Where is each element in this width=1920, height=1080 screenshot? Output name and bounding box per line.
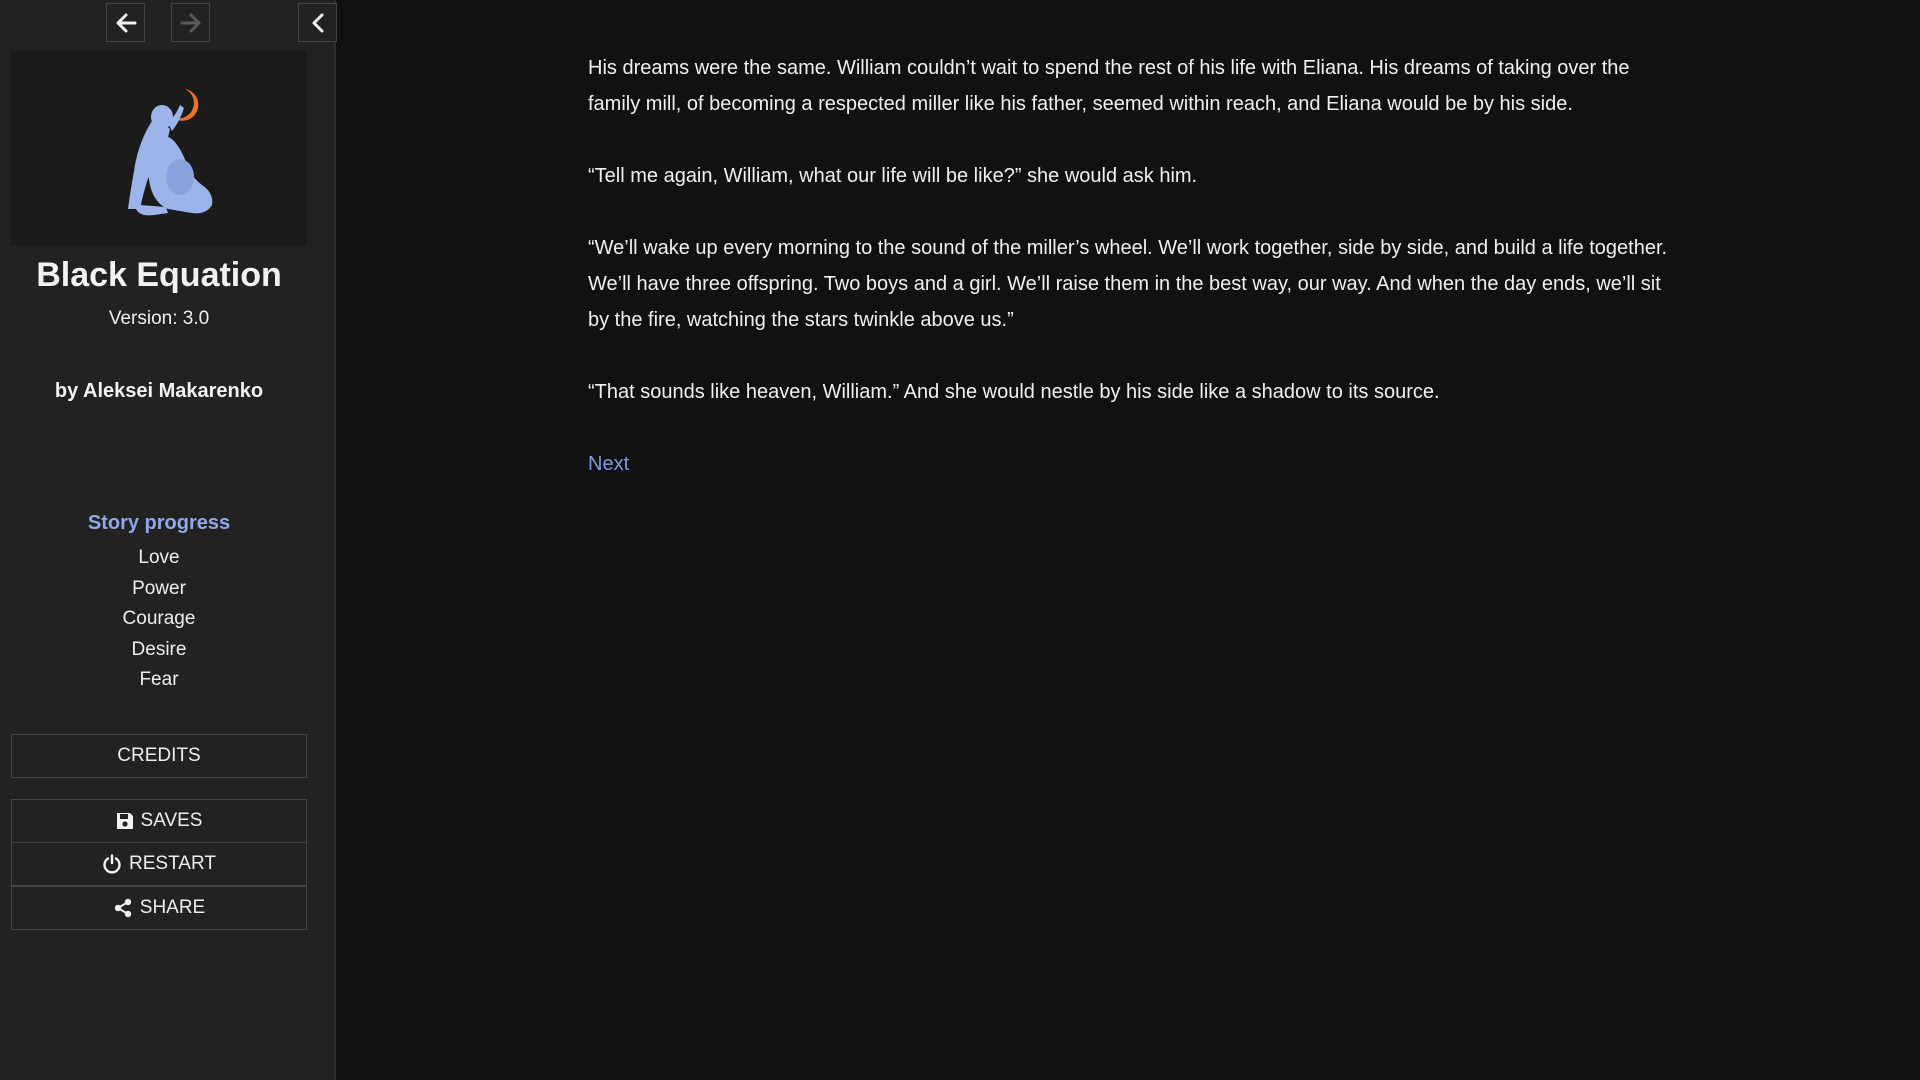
progress-item-fear: Fear — [139, 669, 179, 691]
progress-item-power: Power — [132, 577, 186, 599]
arrow-left-icon — [115, 13, 137, 33]
credits-label: CREDITS — [117, 745, 201, 766]
saves-button[interactable]: SAVES — [11, 799, 307, 843]
author-text: by Aleksei Makarenko — [54, 380, 264, 402]
collapse-sidebar-button[interactable] — [298, 3, 337, 42]
story-title: Black Equation — [36, 256, 282, 294]
progress-item-desire: Desire — [131, 638, 187, 660]
sidebar: Black Equation Version: 3.0 by Aleksei M… — [0, 0, 337, 1080]
passage: His dreams were the same. William couldn… — [588, 50, 1668, 482]
passage-paragraph: His dreams were the same. William couldn… — [588, 57, 1630, 115]
credits-button[interactable]: CREDITS — [11, 734, 307, 778]
passage-paragraph: “Tell me again, William, what our life w… — [588, 165, 1198, 187]
floppy-disk-icon — [116, 812, 134, 830]
share-icon — [113, 898, 133, 918]
next-link[interactable]: Next — [588, 453, 629, 475]
saves-label: SAVES — [140, 810, 203, 831]
passage-paragraph: “That sounds like heaven, William.” And … — [588, 381, 1440, 403]
back-button[interactable] — [106, 3, 145, 42]
power-icon — [102, 854, 122, 874]
cover-image — [11, 51, 307, 246]
restart-button[interactable]: RESTART — [11, 842, 307, 886]
progress-item-love: Love — [138, 547, 180, 568]
story-progress-heading[interactable]: Story progress — [0, 512, 318, 535]
share-button[interactable]: SHARE — [11, 886, 307, 930]
forward-button[interactable] — [171, 3, 210, 42]
passage-paragraph: “We’ll wake up every morning to the soun… — [588, 237, 1668, 331]
progress-item-courage: Courage — [122, 608, 196, 630]
version-text: Version: 3.0 — [108, 308, 210, 329]
arrow-right-icon — [180, 13, 202, 33]
chevron-left-icon — [311, 13, 325, 33]
share-label: SHARE — [139, 897, 206, 918]
restart-label: RESTART — [129, 853, 216, 874]
progress-list: Love Power Courage Desire Fear — [0, 543, 318, 696]
